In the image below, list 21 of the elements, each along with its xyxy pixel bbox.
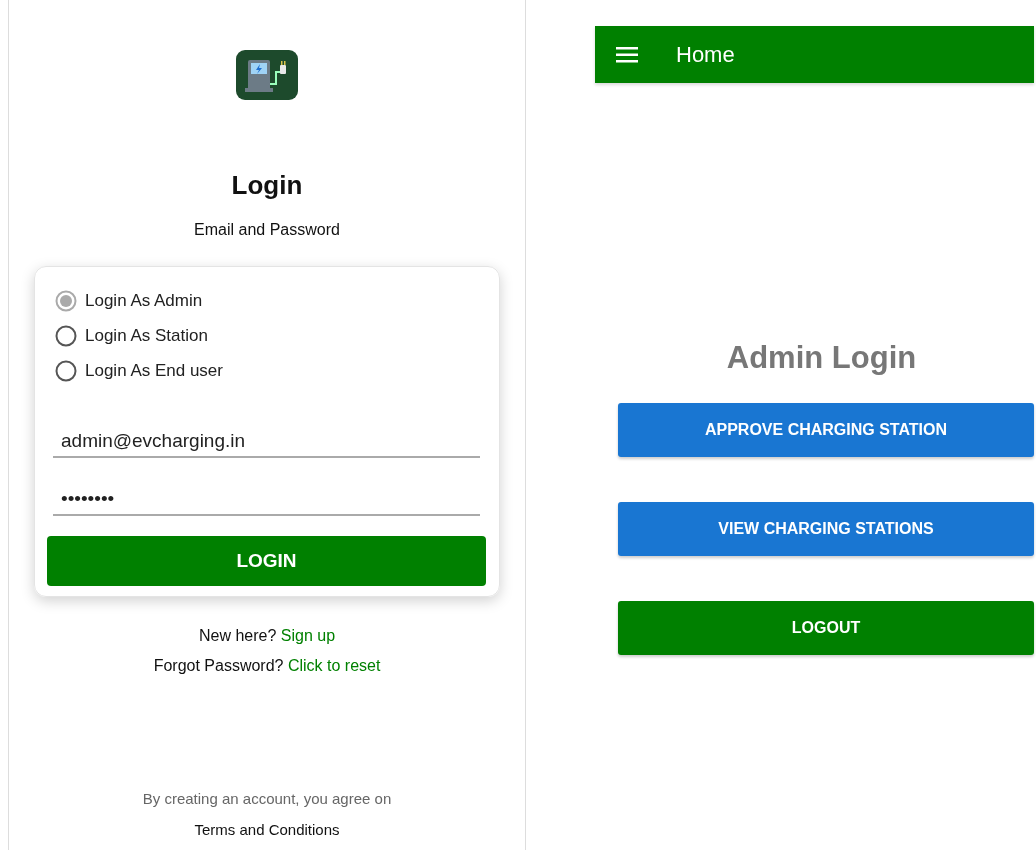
ev-charger-icon bbox=[236, 50, 298, 100]
terms-notice: By creating an account, you agree on bbox=[142, 790, 392, 807]
signup-link[interactable]: Sign up bbox=[280, 627, 336, 644]
role-radio[interactable]: Login As Station bbox=[47, 318, 486, 353]
login-button[interactable]: LOGIN bbox=[47, 536, 486, 586]
menu-icon[interactable] bbox=[616, 45, 638, 64]
email-field[interactable]: admin@evcharging.in bbox=[53, 426, 480, 458]
signup-prompt: New here? Sign up bbox=[198, 626, 336, 646]
reset-prompt: Forgot Password? Click to reset bbox=[153, 656, 381, 676]
action-button[interactable]: APPROVE CHARGING STATION bbox=[618, 403, 1034, 457]
app-bar-title: Home bbox=[676, 41, 735, 68]
login-subtitle: Email and Password bbox=[194, 220, 340, 240]
terms-link[interactable]: Terms and Conditions bbox=[194, 821, 340, 838]
login-title: Login bbox=[231, 170, 303, 200]
action-button[interactable]: VIEW CHARGING STATIONS bbox=[618, 502, 1034, 556]
role-radio[interactable]: Login As Admin bbox=[47, 283, 486, 318]
action-button[interactable]: LOGOUT bbox=[618, 601, 1034, 655]
password-field[interactable]: •••••••• bbox=[53, 484, 480, 516]
role-radio[interactable]: Login As End user bbox=[47, 353, 486, 388]
admin-heading: Admin Login bbox=[725, 340, 918, 376]
reset-link[interactable]: Click to reset bbox=[287, 657, 381, 674]
